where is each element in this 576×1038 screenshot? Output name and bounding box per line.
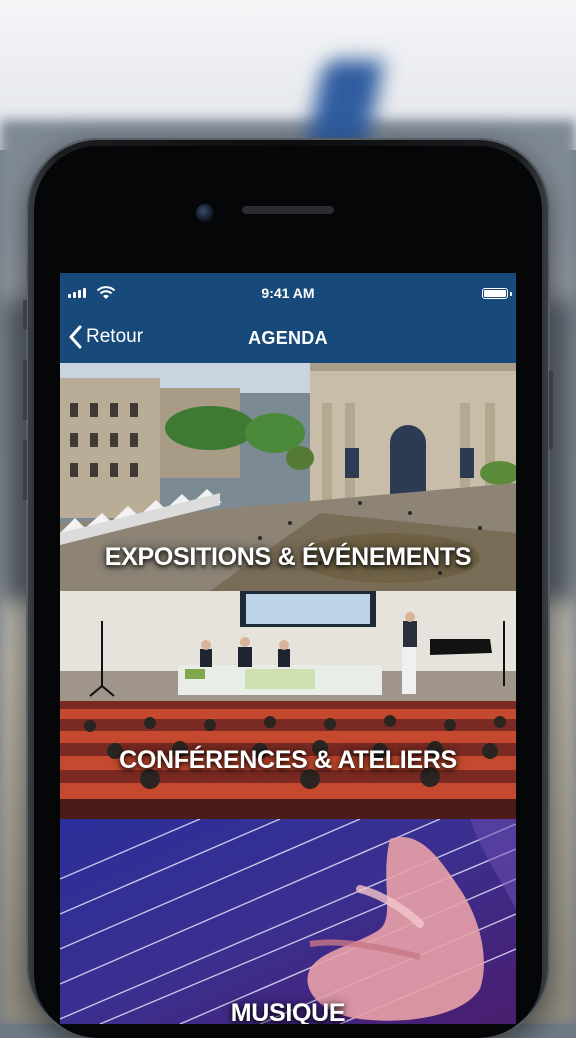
phone-volume-up — [23, 360, 27, 420]
status-bar: 9:41 AM — [60, 273, 516, 315]
phone-volume-down — [23, 440, 27, 500]
phone-side-button — [23, 300, 27, 330]
musique-photo — [60, 819, 516, 1024]
tile-label: CONFÉRENCES & ATELIERS — [119, 746, 457, 774]
front-camera — [196, 204, 214, 222]
navigation-bar: Retour AGENDA — [60, 315, 516, 363]
tile-conferences-ateliers[interactable]: CONFÉRENCES & ATELIERS — [60, 591, 516, 819]
tile-label: EXPOSITIONS & ÉVÉNEMENTS — [104, 543, 472, 571]
battery-tip — [510, 292, 512, 296]
conferences-photo — [60, 591, 516, 819]
tile-expositions-evenements[interactable]: EXPOSITIONS & ÉVÉNEMENTS — [60, 363, 516, 591]
battery-icon — [482, 288, 508, 299]
tile-musique[interactable]: MUSIQUE — [60, 819, 516, 1024]
app-screen: 9:41 AM Retour AGENDA EXPOSITIONS & ÉVÉN… — [60, 273, 516, 1024]
page-title: AGENDA — [248, 328, 328, 348]
status-time: 9:41 AM — [261, 285, 315, 301]
tile-label: MUSIQUE — [230, 999, 346, 1024]
earpiece-speaker — [242, 206, 334, 214]
phone-power-button — [549, 370, 553, 450]
